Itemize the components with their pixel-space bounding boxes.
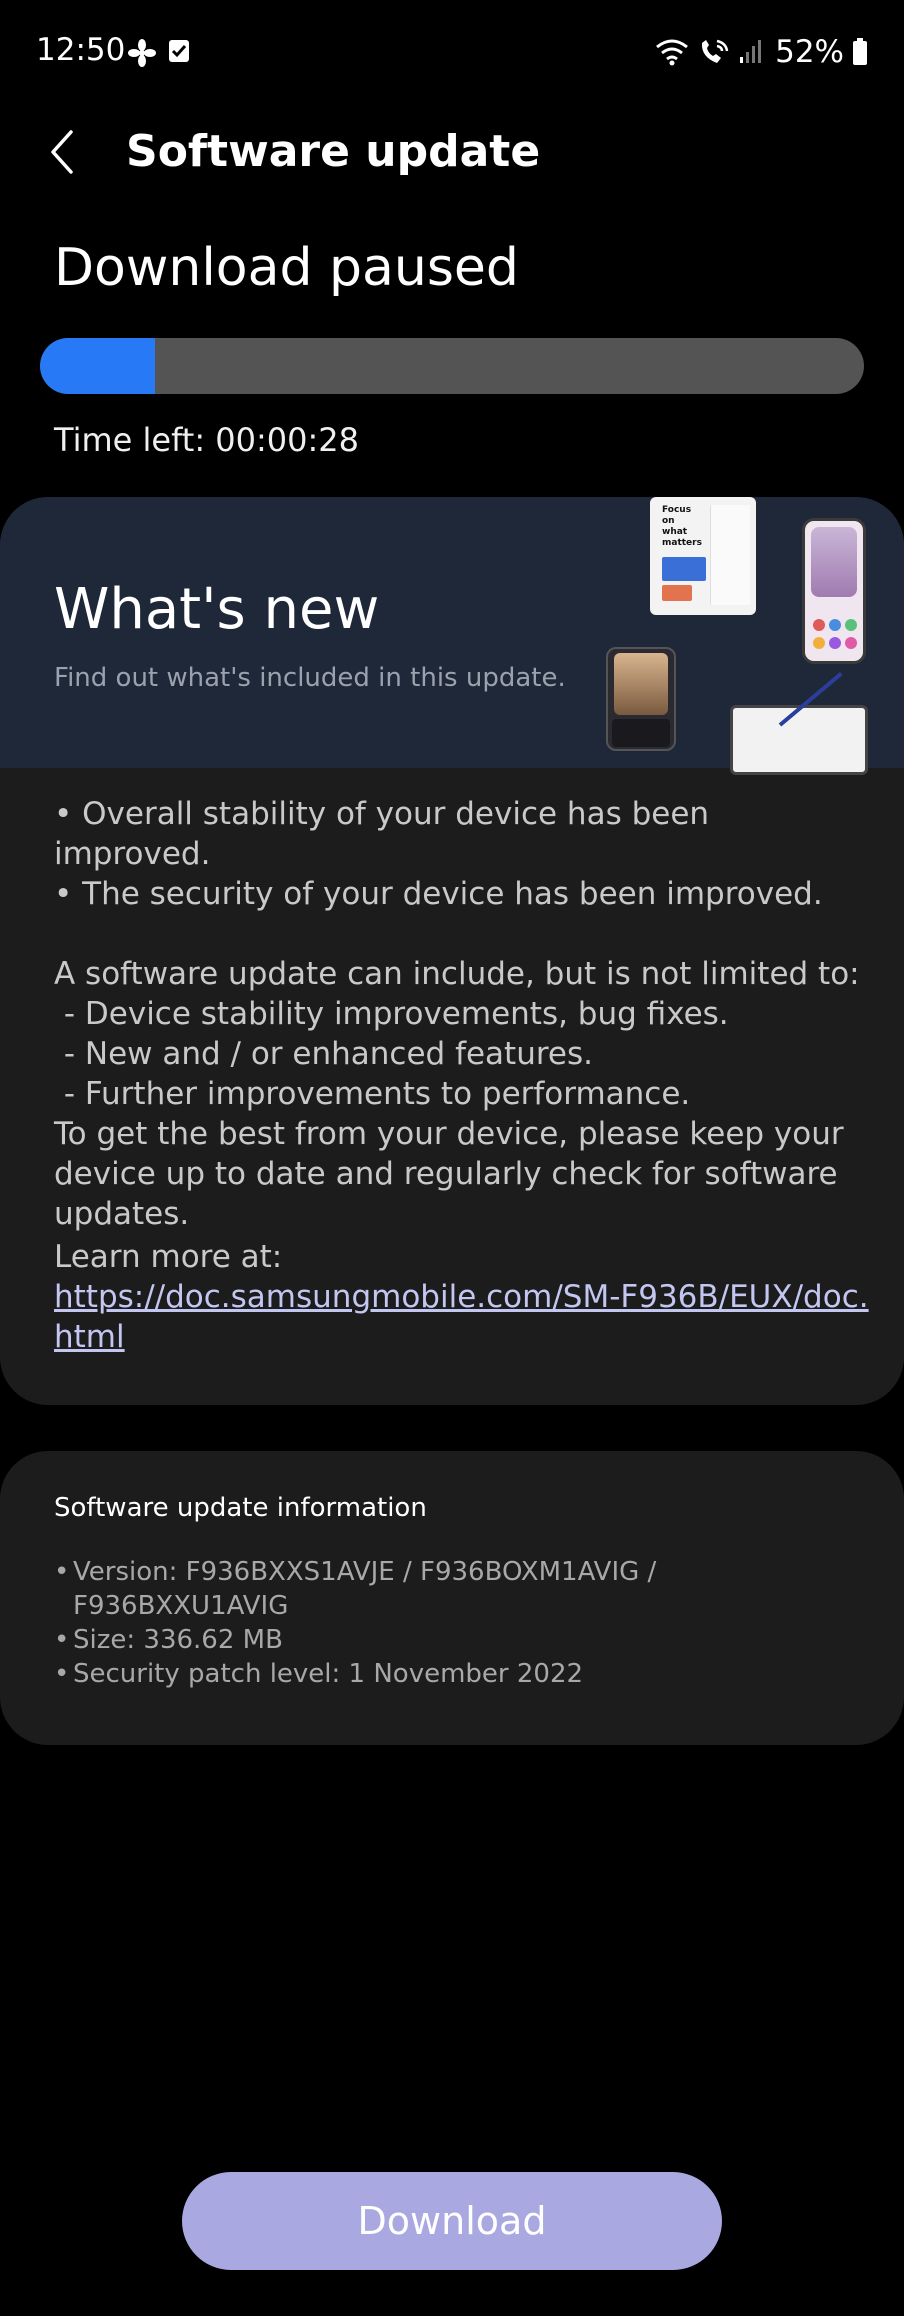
download-progress-bar <box>40 338 864 394</box>
download-button[interactable]: Download <box>182 2172 722 2270</box>
update-info-card: Software update information Version: F93… <box>0 1451 904 1745</box>
learn-more-label: Learn more at: <box>54 1239 283 1275</box>
download-button-label: Download <box>357 2199 547 2243</box>
status-icons: 52% <box>655 32 868 72</box>
status-bar: 12:50 52% <box>0 0 904 104</box>
wifi-calling-icon <box>702 39 729 63</box>
release-notes: • Overall stability of your device has b… <box>54 796 860 1232</box>
whats-new-card: What's new Find out what's included in t… <box>0 497 904 1405</box>
update-info-list: Version: F936BXXS1AVJE / F936BOXM1AVIG /… <box>54 1555 854 1691</box>
battery-icon <box>853 38 867 65</box>
checkbox-notification-icon <box>169 40 189 62</box>
chevron-left-icon <box>51 130 73 174</box>
tablet-illustration: Focus on what matters <box>650 497 756 615</box>
signal-icon <box>740 40 762 63</box>
app-bar: Software update <box>0 112 904 192</box>
fan-icon <box>128 39 156 67</box>
phone-illustration <box>802 518 866 664</box>
update-info-size: Size: 336.62 MB <box>54 1623 854 1657</box>
flip-phone-illustration <box>606 647 676 751</box>
update-info-version: Version: F936BXXS1AVJE / F936BOXM1AVIG /… <box>54 1555 854 1623</box>
battery-percent: 52% <box>775 34 844 70</box>
download-status: Download paused <box>54 238 519 298</box>
download-progress-fill <box>40 338 156 394</box>
status-time: 12:50 <box>36 32 126 68</box>
time-left: Time left: 00:00:28 <box>54 421 359 459</box>
illustration-headline: Focus on what matters <box>662 505 702 548</box>
page-title: Software update <box>126 126 541 177</box>
whats-new-title: What's new <box>54 577 380 642</box>
update-info-title: Software update information <box>54 1493 427 1523</box>
back-button[interactable] <box>40 122 84 182</box>
learn-more-link[interactable]: https://doc.samsungmobile.com/SM-F936B/E… <box>54 1277 874 1357</box>
whats-new-banner: What's new Find out what's included in t… <box>0 497 904 775</box>
wifi-icon <box>656 39 689 66</box>
whats-new-subtitle: Find out what's included in this update. <box>54 663 566 693</box>
laptop-illustration <box>730 705 868 775</box>
update-info-security-patch: Security patch level: 1 November 2022 <box>54 1657 854 1691</box>
